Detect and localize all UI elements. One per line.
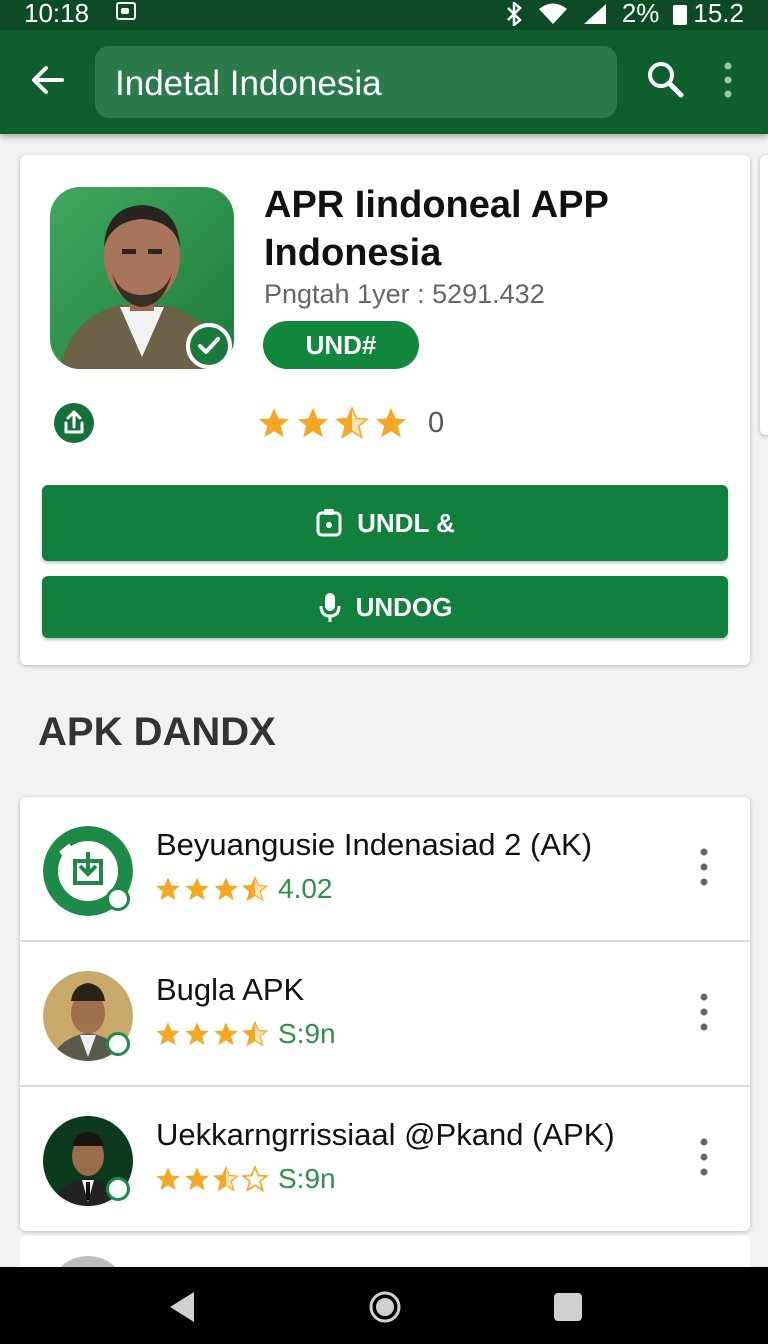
star-icon <box>156 877 180 901</box>
star-icon <box>156 1167 180 1191</box>
rating-value: S:9n <box>278 1018 336 1049</box>
app-detail-card: APR Iindoneal APP Indonesia Pngtah 1yer … <box>20 155 750 665</box>
star-half-icon <box>241 1020 269 1047</box>
app-title: APR Iindoneal APP Indonesia <box>264 184 609 274</box>
next-card-peek <box>760 155 768 435</box>
signal-icon <box>583 3 606 24</box>
app-bar: Indetal Indonesia <box>0 30 768 134</box>
star-icon <box>214 1022 238 1046</box>
star-half-icon <box>335 406 369 439</box>
more-vert-icon[interactable] <box>698 1137 710 1177</box>
list-item-title: Bugla APK <box>156 972 305 1007</box>
secondary-button-label: UNDOG <box>355 591 453 622</box>
list-item-rating: 4.02 <box>154 873 333 905</box>
search-icon[interactable] <box>644 58 686 100</box>
app-rating: 0 <box>256 405 444 441</box>
more-vert-icon[interactable] <box>698 992 710 1032</box>
list-item[interactable]: Bugla APK S:9n <box>20 942 750 1087</box>
star-icon <box>185 1167 209 1191</box>
star-icon <box>185 1022 209 1046</box>
star-empty-icon <box>241 1165 269 1192</box>
list-item[interactable]: Uekkarngrrissiaal @Pkand (APK) S:9n <box>20 1087 750 1231</box>
system-nav-bar <box>0 1267 768 1344</box>
search-field[interactable]: Indetal Indonesia <box>95 46 617 118</box>
image-icon <box>116 2 136 20</box>
share-icon[interactable] <box>54 403 94 443</box>
status-right: 2% 15.2 <box>504 0 744 29</box>
section-title: APK DANDX <box>38 710 276 754</box>
list-item-title: Beyuangusie Indenasiad 2 (AK) <box>156 827 593 862</box>
star-half-icon <box>241 875 269 902</box>
rating-count: 0 <box>428 406 445 439</box>
app-pill-button[interactable]: UND# <box>263 321 419 369</box>
app-meta: Pngtah 1yer : 5291.432 <box>264 279 545 309</box>
list-item-title: Uekkarngrrissiaal @Pkand (APK) <box>156 1117 615 1152</box>
secondary-download-button[interactable]: UNDOG <box>42 576 728 638</box>
verified-badge-icon <box>106 1032 130 1056</box>
battery-percent: 2% <box>621 0 660 28</box>
star-half-icon <box>212 1165 240 1192</box>
list-item-rating: S:9n <box>154 1163 336 1195</box>
clipboard-icon <box>316 509 342 537</box>
status-bar: 10:18 2% 15.2 <box>0 0 768 30</box>
list-item[interactable]: Beyuangusie Indenasiad 2 (AK) 4.02 <box>20 797 750 942</box>
star-icon <box>376 408 406 438</box>
wifi-icon <box>538 3 567 24</box>
back-arrow-icon[interactable] <box>28 60 68 100</box>
star-icon <box>156 1022 180 1046</box>
bluetooth-icon <box>506 1 522 26</box>
star-icon <box>214 877 238 901</box>
back-triangle-icon[interactable] <box>166 1289 198 1325</box>
more-vert-icon[interactable] <box>698 847 710 887</box>
verified-badge-icon <box>106 1177 130 1201</box>
status-clock-right: 15.2 <box>693 0 744 28</box>
star-icon <box>259 408 289 438</box>
microphone-icon <box>319 593 341 622</box>
battery-icon <box>673 5 688 26</box>
star-icon <box>298 408 328 438</box>
recents-square-icon[interactable] <box>552 1289 584 1325</box>
star-icon <box>185 877 209 901</box>
home-circle-icon[interactable] <box>368 1289 402 1325</box>
search-text: Indetal Indonesia <box>115 64 382 103</box>
apk-list: Beyuangusie Indenasiad 2 (AK) 4.02 Bugla… <box>20 797 750 1231</box>
rating-value: 4.02 <box>278 873 333 904</box>
list-item-rating: S:9n <box>154 1018 336 1050</box>
primary-download-button[interactable]: UNDL & <box>42 485 728 561</box>
primary-button-label: UNDL & <box>357 507 455 538</box>
more-vert-icon[interactable] <box>718 60 738 100</box>
verified-badge-icon <box>186 323 232 369</box>
verified-badge-icon <box>106 887 130 911</box>
status-time: 10:18 <box>24 0 90 28</box>
rating-value: S:9n <box>278 1163 336 1194</box>
